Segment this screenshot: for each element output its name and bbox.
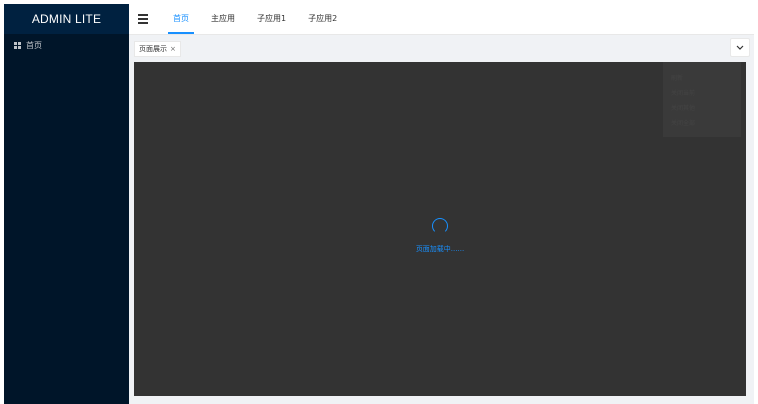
context-menu-close-others[interactable]: 关闭其他 <box>663 100 741 115</box>
close-icon[interactable]: × <box>170 42 176 56</box>
content-area: 刷新 关闭当前 关闭其他 关闭全部 页面加载中...... <box>134 62 746 396</box>
sidebar-item-label: 首页 <box>26 40 42 50</box>
app-frame: ADMIN LITE 首页 首页 主应用 子应用1 子应用2 页面展示 × 刷新… <box>4 4 754 404</box>
page-tab[interactable]: 页面展示 × <box>134 41 181 57</box>
page-tabbar: 页面展示 × <box>129 34 754 60</box>
context-menu: 刷新 关闭当前 关闭其他 关闭全部 <box>663 62 741 137</box>
context-menu-close-all[interactable]: 关闭全部 <box>663 115 741 130</box>
tab-dropdown-button[interactable] <box>730 38 750 57</box>
chevron-down-icon <box>736 45 744 50</box>
nav-tab-home[interactable]: 首页 <box>162 4 200 34</box>
loading-indicator: 页面加载中...... <box>134 218 746 254</box>
sidebar-item-home[interactable]: 首页 <box>4 34 129 56</box>
top-header: 首页 主应用 子应用1 子应用2 <box>129 4 754 35</box>
nav-tab-main-app[interactable]: 主应用 <box>200 4 246 34</box>
loading-text: 页面加载中...... <box>415 245 465 253</box>
nav-tab-sub-app-1[interactable]: 子应用1 <box>246 4 297 34</box>
context-menu-refresh[interactable]: 刷新 <box>663 70 741 85</box>
nav-tab-sub-app-2[interactable]: 子应用2 <box>297 4 348 34</box>
sidebar: ADMIN LITE 首页 <box>4 4 129 404</box>
page-tab-label: 页面展示 <box>139 45 167 53</box>
spinner-icon <box>432 218 448 234</box>
context-menu-close-current[interactable]: 关闭当前 <box>663 85 741 100</box>
grid-icon <box>14 41 21 49</box>
app-logo: ADMIN LITE <box>4 4 129 34</box>
hamburger-icon[interactable] <box>138 14 148 24</box>
